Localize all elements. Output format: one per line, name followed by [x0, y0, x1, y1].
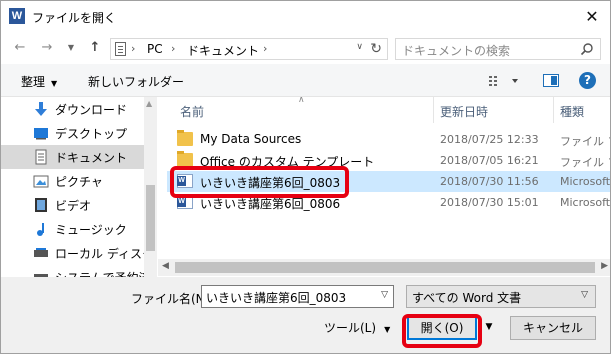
address-row: ← → ▼ ↑ › PC › ドキュメント › ∨ ↻ ドキュメントの検索 [1, 32, 610, 64]
file-type: Microsoft [560, 175, 611, 188]
view-options-icon[interactable] [487, 73, 519, 89]
file-type: ファイル フォ [560, 156, 610, 169]
file-type: ファイル フォ [560, 135, 610, 148]
open-options-chevron-icon[interactable]: ▼ [481, 316, 497, 340]
organize-menu-button[interactable]: 整理 ▼ [21, 73, 57, 90]
search-placeholder: ドキュメントの検索 [402, 44, 511, 58]
sidebar-item-label: ミュージック [55, 223, 127, 237]
file-list-horizontal-scrollbar[interactable]: ◀ ▶ [158, 259, 610, 276]
videos-icon [35, 198, 47, 212]
file-date: 2018/07/25 12:33 [440, 133, 539, 146]
tools-label: ツール(L) [324, 321, 377, 335]
chevron-down-icon[interactable]: ▽ [381, 290, 388, 300]
search-icon [580, 43, 593, 56]
folder-icon [177, 151, 193, 167]
cancel-button[interactable]: キャンセル [510, 316, 596, 340]
sidebar-item-label: ドキュメント [55, 151, 128, 165]
scroll-right-arrow-icon[interactable]: ▶ [601, 261, 608, 271]
music-icon [37, 223, 44, 236]
file-row[interactable]: My Data Sources 2018/07/25 12:33 ファイル フォ [167, 129, 610, 150]
sidebar-item-local-disk[interactable]: ローカル ディスク (C [1, 241, 157, 265]
refresh-icon[interactable]: ↻ [370, 41, 382, 57]
file-type-value: すべての Word 文書 [412, 291, 522, 305]
filename-value: いきいき講座第6回_0803 [206, 291, 347, 305]
filename-input[interactable]: いきいき講座第6回_0803 ▽ [201, 285, 394, 308]
tools-menu-button[interactable]: ツール(L) ▼ [324, 319, 390, 336]
address-bar[interactable]: › PC › ドキュメント › ∨ ↻ [110, 38, 388, 60]
column-header-date[interactable]: 更新日時 [440, 103, 488, 120]
sidebar-item-label: ピクチャ [55, 175, 103, 189]
scroll-left-arrow-icon[interactable]: ◀ [162, 261, 169, 271]
sidebar-item-label: ビデオ [55, 199, 92, 213]
breadcrumb-separator-icon[interactable]: › [131, 42, 135, 55]
scroll-up-arrow-icon[interactable]: ▲ [146, 99, 152, 108]
word-app-icon: W [9, 8, 25, 24]
sidebar-item-videos[interactable]: ビデオ [1, 193, 144, 217]
horizontal-scroll-thumb[interactable] [175, 262, 595, 273]
breadcrumb-pc[interactable]: PC [147, 42, 163, 56]
title-bar: W ファイルを開く ✕ [1, 1, 610, 32]
chevron-down-icon: ▼ [51, 79, 58, 88]
breadcrumb-separator-icon[interactable]: › [263, 42, 267, 55]
chevron-down-icon: ▼ [384, 325, 391, 334]
sidebar-scrollbar[interactable]: ▲ [144, 97, 157, 277]
breadcrumb-documents[interactable]: ドキュメント [187, 42, 259, 59]
pictures-icon [33, 175, 49, 188]
address-dropdown-chevron-icon[interactable]: ∨ [356, 42, 363, 52]
sidebar-item-system-reserved[interactable]: システムで予約済 [1, 265, 151, 277]
sidebar-item-label: デスクトップ [55, 127, 128, 141]
recent-locations-chevron-icon[interactable]: ▼ [63, 40, 79, 56]
close-button[interactable]: ✕ [582, 7, 602, 27]
desktop-icon [34, 128, 48, 140]
file-date: 2018/07/30 11:56 [440, 175, 539, 188]
up-arrow-icon[interactable]: ↑ [87, 40, 103, 56]
new-folder-button[interactable]: 新しいフォルダー [88, 73, 184, 90]
disk-icon [34, 248, 48, 257]
download-icon [35, 102, 47, 116]
folder-icon [177, 130, 193, 146]
chevron-down-icon: ▽ [581, 290, 588, 300]
column-divider[interactable] [433, 97, 434, 123]
sidebar-item-music[interactable]: ミュージック [1, 217, 144, 241]
file-type-select[interactable]: すべての Word 文書 ▽ [406, 285, 596, 308]
column-header-row: ∧ 名前 更新日時 種類 [158, 97, 610, 123]
sort-ascending-icon: ∧ [298, 97, 305, 105]
sidebar-item-desktop[interactable]: デスクトップ [1, 121, 144, 145]
sidebar-item-label: システムで予約済 [55, 269, 151, 277]
file-type: Microsoft [560, 196, 611, 209]
breadcrumb-separator-icon[interactable]: › [171, 42, 175, 55]
preview-pane-icon[interactable] [543, 74, 559, 87]
command-toolbar: 整理 ▼ 新しいフォルダー ? [1, 64, 610, 97]
navigation-pane: ダウンロード デスクトップ ドキュメント ピクチャ ビデオ ミュージック ローカ… [1, 97, 157, 277]
file-date: 2018/07/05 16:21 [440, 154, 539, 167]
back-arrow-icon[interactable]: ← [12, 40, 28, 56]
file-date: 2018/07/30 15:01 [440, 196, 539, 209]
sidebar-item-label: ローカル ディスク (C [55, 247, 157, 261]
column-divider[interactable] [553, 97, 554, 123]
dialog-title: ファイルを開く [32, 11, 117, 25]
disk-icon [34, 274, 48, 277]
highlight-open-button [402, 314, 482, 348]
forward-arrow-icon[interactable]: → [39, 40, 55, 56]
search-box[interactable]: ドキュメントの検索 [395, 38, 601, 60]
organize-label: 整理 [21, 75, 46, 89]
dialog-footer: ファイル名(N): いきいき講座第6回_0803 ▽ すべての Word 文書 … [1, 277, 610, 353]
column-header-name[interactable]: 名前 [180, 103, 204, 120]
sidebar-item-downloads[interactable]: ダウンロード [1, 97, 144, 121]
highlight-selected-file [170, 166, 349, 198]
documents-icon [35, 149, 47, 165]
sidebar-item-documents[interactable]: ドキュメント [1, 145, 144, 169]
file-name: My Data Sources [200, 132, 302, 146]
help-icon[interactable]: ? [579, 72, 596, 89]
open-file-dialog: W ファイルを開く ✕ ← → ▼ ↑ › PC › ドキュメント › ∨ ↻ … [0, 0, 611, 354]
sidebar-item-label: ダウンロード [55, 103, 128, 117]
documents-location-icon [115, 42, 126, 56]
sidebar-item-pictures[interactable]: ピクチャ [1, 169, 144, 193]
column-header-type[interactable]: 種類 [560, 103, 584, 120]
sidebar-scroll-thumb[interactable] [146, 185, 155, 251]
